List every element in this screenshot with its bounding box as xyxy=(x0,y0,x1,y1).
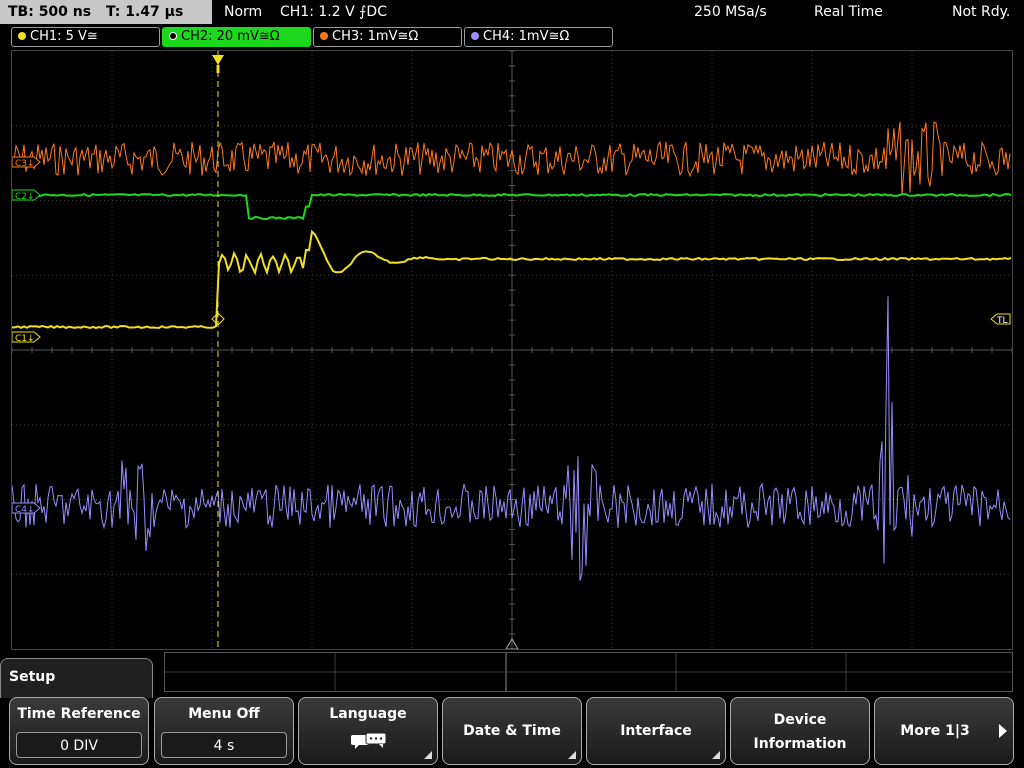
date-time-button[interactable]: Date & Time xyxy=(442,697,582,765)
device-info-label-line2: Information xyxy=(753,736,847,752)
acquisition-mode: Real Time xyxy=(814,4,883,20)
submenu-corner-icon xyxy=(424,751,432,759)
language-label: Language xyxy=(329,706,407,722)
time-reference-button[interactable]: Time Reference 0 DIV xyxy=(9,697,149,765)
time-reference-label: Time Reference xyxy=(17,706,141,722)
graticule xyxy=(12,51,1012,649)
zoom-strip-grid xyxy=(165,653,1012,691)
ch1-dot-icon xyxy=(18,31,26,40)
time-reference-value[interactable]: 0 DIV xyxy=(16,732,142,758)
date-time-label: Date & Time xyxy=(463,723,561,739)
tab-ch3[interactable]: CH3: 1mV≅Ω xyxy=(313,27,462,47)
menu-off-value[interactable]: 4 s xyxy=(161,732,287,758)
ch4-dot-icon xyxy=(471,31,479,40)
device-info-label-line1: Device xyxy=(773,712,827,728)
menu-title: Setup xyxy=(9,669,56,685)
status-bar: TB: 500 ns T: 1.47 µs Norm CH1: 1.2 V ⨍D… xyxy=(0,0,1024,24)
ch2-offset-marker[interactable]: C2↓ xyxy=(12,189,41,202)
trigger-level-marker[interactable]: TL xyxy=(990,313,1011,326)
speech-bubbles-icon xyxy=(351,732,387,749)
ch3-trace xyxy=(12,121,1011,195)
tab-ch2[interactable]: CH2: 20 mV≅Ω xyxy=(162,27,311,47)
trigger-time-value: T: 1.47 µs xyxy=(105,4,184,20)
interface-button[interactable]: Interface xyxy=(586,697,726,765)
submenu-corner-icon xyxy=(568,751,576,759)
ch4-offset-label: C4↓ xyxy=(15,505,35,515)
menu-off-button[interactable]: Menu Off 4 s xyxy=(154,697,294,765)
trigger-level-label: TL xyxy=(996,316,1008,326)
ch2-dot-icon xyxy=(169,31,177,40)
device-information-button[interactable]: Device Information xyxy=(730,697,870,765)
tab-ch4[interactable]: CH4: 1mV≅Ω xyxy=(464,27,613,47)
interface-label: Interface xyxy=(620,723,692,739)
submenu-corner-icon xyxy=(712,751,720,759)
trigger-info[interactable]: CH1: 1.2 V ⨍DC xyxy=(280,0,387,24)
ch4-tab-label: CH4: 1mV≅Ω xyxy=(483,29,570,44)
ch3-offset-marker[interactable]: C3↓ xyxy=(12,156,41,169)
waveform-display[interactable]: C3↓ C2↓ C1↓ C4↓ TL xyxy=(11,50,1013,650)
ready-status: Not Rdy. xyxy=(952,4,1011,20)
trigger-mode[interactable]: Norm xyxy=(224,0,262,24)
waveform-canvas: C3↓ C2↓ C1↓ C4↓ TL xyxy=(12,51,1012,649)
zoom-strip xyxy=(164,652,1013,692)
ch1-offset-marker[interactable]: C1↓ xyxy=(12,331,41,344)
timebase-box[interactable]: TB: 500 ns T: 1.47 µs xyxy=(0,0,212,24)
trigger-position-icon[interactable] xyxy=(212,55,224,65)
next-page-icon xyxy=(999,724,1007,738)
ch3-tab-label: CH3: 1mV≅Ω xyxy=(332,29,419,44)
timebase-value: TB: 500 ns xyxy=(8,4,92,20)
more-button[interactable]: More 1|3 xyxy=(874,697,1014,765)
ch2-offset-label: C2↓ xyxy=(15,192,35,202)
ch3-dot-icon xyxy=(320,31,328,40)
ch2-tab-label: CH2: 20 mV≅Ω xyxy=(181,29,280,44)
language-button[interactable]: Language xyxy=(298,697,438,765)
ch3-offset-label: C3↓ xyxy=(15,159,35,169)
ch4-trace xyxy=(12,296,1011,581)
ch1-tab-label: CH1: 5 V≅ xyxy=(30,29,98,44)
more-label: More 1|3 xyxy=(900,723,970,739)
menu-off-label: Menu Off xyxy=(188,706,260,722)
sample-rate: 250 MSa/s xyxy=(694,4,767,20)
ch4-offset-marker[interactable]: C4↓ xyxy=(12,502,41,515)
ch1-offset-label: C1↓ xyxy=(15,334,35,344)
menu-title-tab: Setup xyxy=(0,658,153,698)
tab-ch1[interactable]: CH1: 5 V≅ xyxy=(11,27,160,47)
